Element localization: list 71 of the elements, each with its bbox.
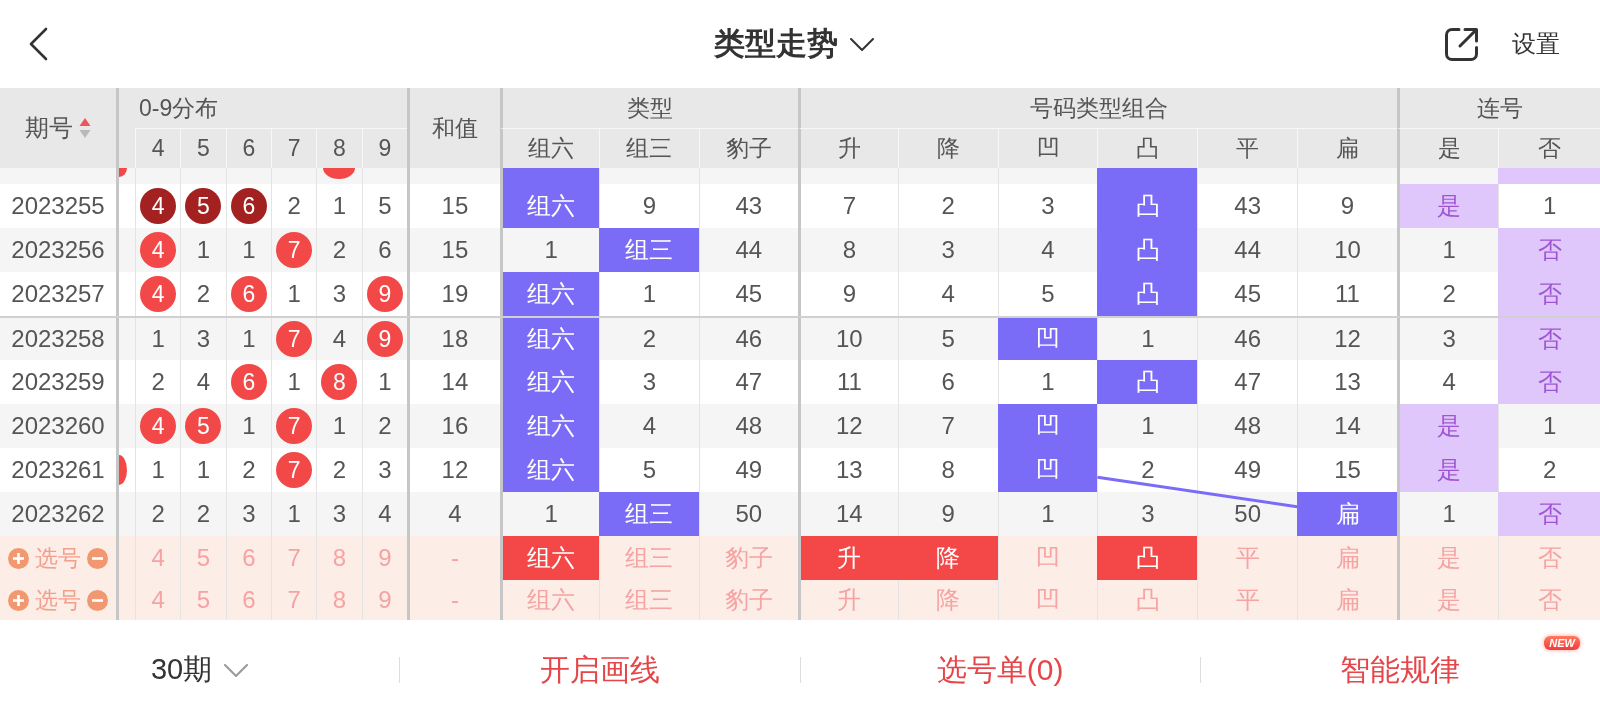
- period-dropdown[interactable]: 30期: [151, 650, 249, 690]
- plus-icon: [8, 589, 29, 611]
- highlight-cell: 凸: [1097, 184, 1198, 228]
- number-ball: 9: [366, 276, 403, 312]
- plus-icon: [8, 547, 29, 569]
- number-ball: 4: [140, 276, 177, 312]
- highlight-cell: 组六: [499, 360, 600, 404]
- number-ball: 7: [276, 408, 313, 444]
- highlight-cell: 是: [1396, 404, 1499, 448]
- number-ball: 5: [185, 408, 222, 444]
- number-ball: 6: [230, 276, 267, 312]
- number-ball: 9: [366, 321, 403, 357]
- column-header: 号码类型组合: [797, 88, 1397, 128]
- number-ball: 7: [276, 321, 313, 357]
- highlight-cell: 否: [1498, 360, 1600, 404]
- highlight-cell: 扁: [1297, 492, 1397, 536]
- row-label: 选号: [35, 585, 81, 615]
- number-ball: 6: [230, 188, 267, 224]
- highlight-cell: 是: [1396, 184, 1499, 228]
- highlight-cell: 否: [1498, 228, 1600, 272]
- number-ball: 5: [185, 188, 222, 224]
- highlight-cell: 否: [1498, 492, 1600, 536]
- pick-option[interactable]: 组六: [499, 536, 600, 580]
- highlight-cell: 凸: [1097, 360, 1198, 404]
- number-ball: 8: [321, 364, 358, 400]
- settings-button[interactable]: 设置: [1512, 28, 1560, 60]
- add-button[interactable]: [8, 547, 29, 569]
- minus-icon: [87, 589, 108, 611]
- number-ball: 7: [276, 232, 313, 268]
- highlight-cell: 组三: [599, 228, 699, 272]
- highlight-cell: 凹: [997, 318, 1098, 360]
- number-ball: 7: [276, 452, 313, 488]
- column-header: 类型: [499, 88, 798, 128]
- row-label: 选号: [35, 543, 81, 573]
- action-button[interactable]: 智能规律: [1340, 649, 1461, 691]
- caret-icon: [850, 37, 874, 51]
- share-icon: [1443, 25, 1480, 63]
- column-header: 连号: [1396, 88, 1600, 128]
- highlight-cell: 凸: [1097, 228, 1198, 272]
- highlight-cell: 组六: [499, 404, 600, 448]
- highlight-cell: 组六: [499, 184, 600, 228]
- new-badge: NEW: [1544, 636, 1580, 650]
- share-button[interactable]: [1443, 25, 1480, 63]
- highlight-cell: 否: [1498, 318, 1600, 360]
- number-ball: 4: [140, 232, 177, 268]
- pick-option[interactable]: 降: [897, 536, 998, 580]
- title-dropdown[interactable]: 类型走势: [714, 23, 874, 65]
- highlight-cell: 组三: [599, 492, 699, 536]
- number-ball: 4: [140, 408, 177, 444]
- highlight-cell: 组六: [499, 272, 600, 316]
- pick-option[interactable]: 升: [797, 536, 898, 580]
- add-button[interactable]: [8, 589, 29, 611]
- back-button[interactable]: [28, 27, 48, 61]
- highlight-cell: 组六: [499, 318, 600, 360]
- number-ball: 6: [230, 364, 267, 400]
- highlight-cell: 否: [1498, 272, 1600, 316]
- column-header: 0-9分布: [138, 93, 220, 123]
- remove-button[interactable]: [87, 547, 108, 569]
- highlight-cell: 凹: [997, 448, 1098, 492]
- highlight-cell: 凸: [1097, 272, 1198, 316]
- minus-icon: [87, 547, 108, 569]
- highlight-cell: 是: [1396, 448, 1499, 492]
- action-button[interactable]: 选号单(0): [936, 649, 1064, 691]
- highlight-cell: 凹: [997, 404, 1098, 448]
- number-ball: 4: [140, 188, 177, 224]
- caret-icon: [224, 663, 249, 677]
- pick-option[interactable]: 凸: [1097, 536, 1198, 580]
- action-button[interactable]: 开启画线: [539, 649, 660, 691]
- remove-button[interactable]: [87, 589, 108, 611]
- highlight-cell: 组六: [499, 448, 600, 492]
- back-icon: [28, 27, 48, 61]
